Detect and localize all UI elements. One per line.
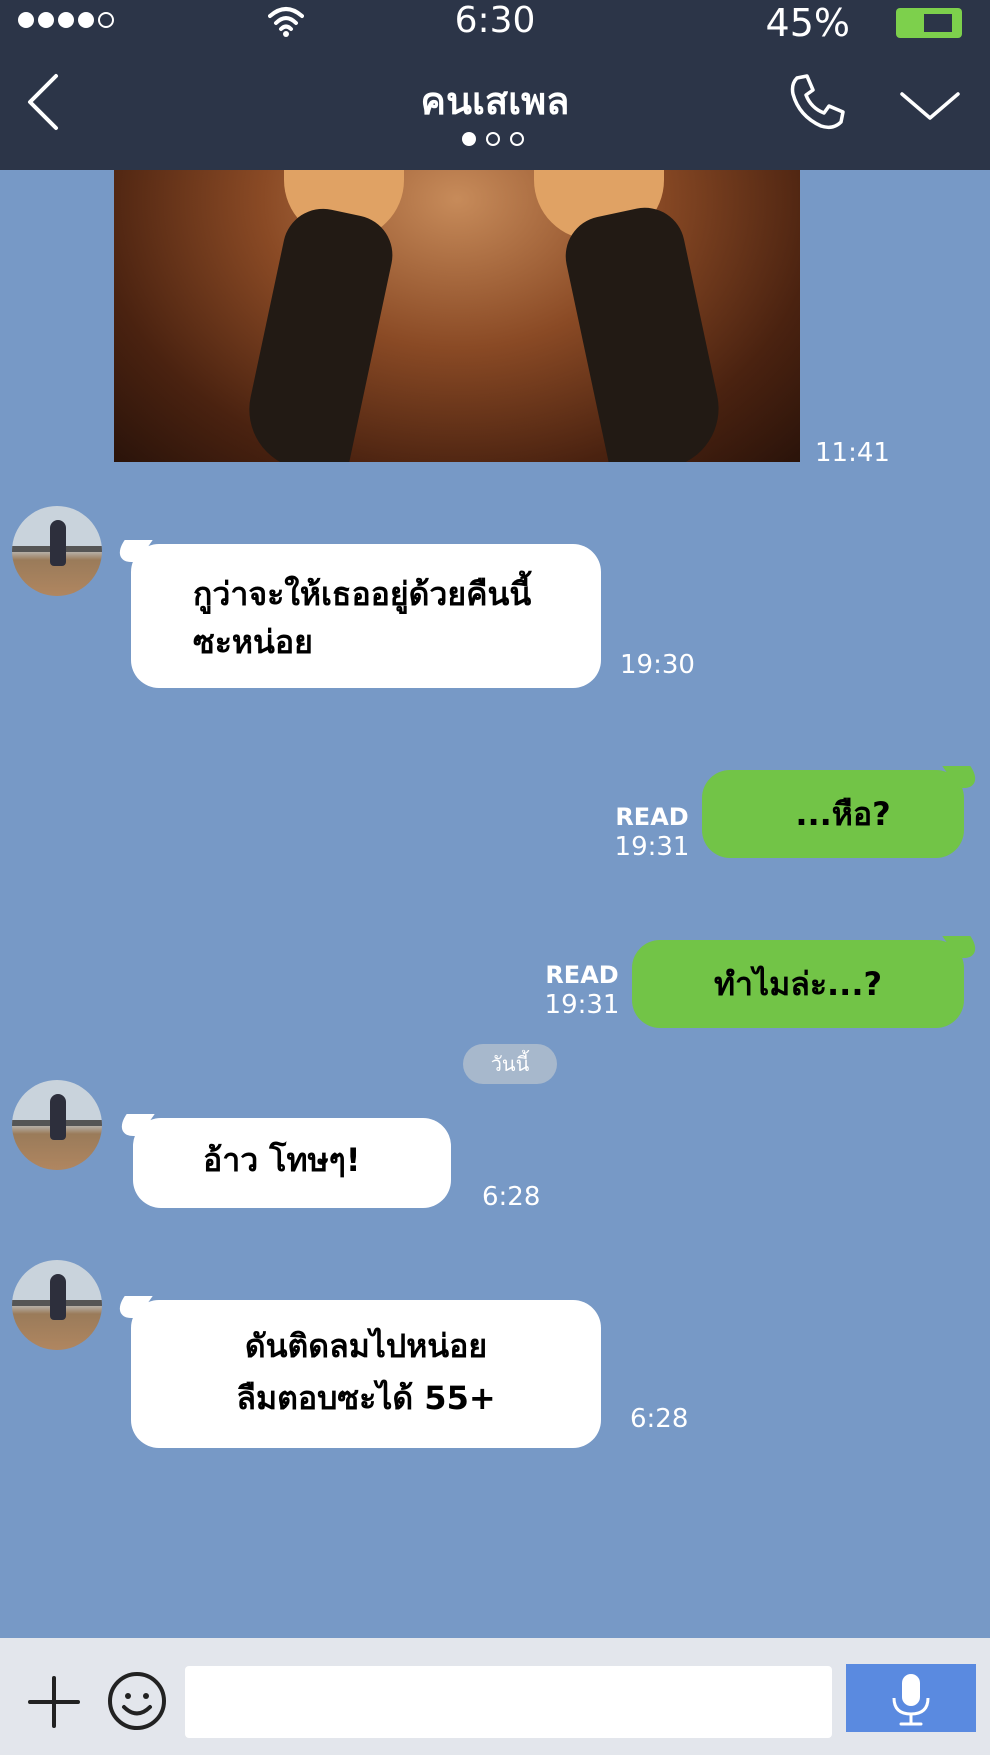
input-bar	[0, 1638, 990, 1755]
image-message[interactable]	[114, 170, 800, 462]
plus-icon[interactable]	[26, 1674, 82, 1730]
avatar[interactable]	[12, 1080, 102, 1170]
message-input[interactable]	[185, 1666, 832, 1738]
emoji-icon[interactable]	[106, 1670, 168, 1732]
chat-header: คนเสเพล	[0, 42, 990, 170]
avatar[interactable]	[12, 1260, 102, 1350]
message-text: ทำไมล่ะ...?	[713, 965, 883, 1003]
message-text: ซะหน่อย	[193, 623, 313, 661]
message-text: กูว่าจะให้เธออยู่ด้วยคืนนี้	[193, 575, 532, 613]
message-bubble-incoming: ดันติดลมไปหน่อย ลืมตอบซะได้ 55+	[131, 1300, 601, 1448]
phone-icon[interactable]	[785, 70, 849, 134]
page-indicator	[462, 132, 524, 146]
battery-icon	[896, 8, 962, 38]
avatar[interactable]	[12, 506, 102, 596]
page-dot	[486, 132, 500, 146]
message-bubble-outgoing: ทำไมล่ะ...?	[632, 940, 964, 1028]
read-receipt: READ 19:31	[612, 802, 692, 862]
read-label: READ	[615, 803, 689, 831]
message-time: 19:31	[544, 990, 620, 1020]
message-text: ...หือ?	[795, 795, 891, 833]
read-receipt: READ 19:31	[542, 960, 622, 1020]
chevron-down-icon[interactable]	[898, 86, 962, 126]
message-bubble-outgoing: ...หือ?	[702, 770, 964, 858]
status-bar: 6:30 45%	[0, 0, 990, 45]
page-dot-active	[462, 132, 476, 146]
message-time: 19:30	[620, 650, 695, 680]
chat-area[interactable]: 11:41 กูว่าจะให้เธออยู่ด้วยคืนนี้ ซะหน่อ…	[0, 170, 990, 1638]
message-bubble-incoming: กูว่าจะให้เธออยู่ด้วยคืนนี้ ซะหน่อย	[131, 544, 601, 688]
message-text: ลืมตอบซะได้ 55+	[236, 1379, 496, 1417]
message-time: 19:31	[614, 832, 690, 862]
message-time: 11:41	[815, 438, 890, 468]
microphone-icon	[892, 1674, 930, 1726]
message-time: 6:28	[482, 1182, 541, 1212]
page-dot	[510, 132, 524, 146]
voice-button[interactable]	[846, 1664, 976, 1732]
message-bubble-incoming: อ้าว โทษๆ!	[133, 1118, 451, 1208]
message-text: อ้าว โทษๆ!	[203, 1141, 361, 1179]
read-label: READ	[545, 961, 619, 989]
battery-percent: 45%	[765, 1, 850, 45]
date-separator: วันนี้	[463, 1044, 557, 1084]
message-text: ดันติดลมไปหน่อย	[244, 1327, 488, 1365]
message-time: 6:28	[630, 1404, 689, 1434]
